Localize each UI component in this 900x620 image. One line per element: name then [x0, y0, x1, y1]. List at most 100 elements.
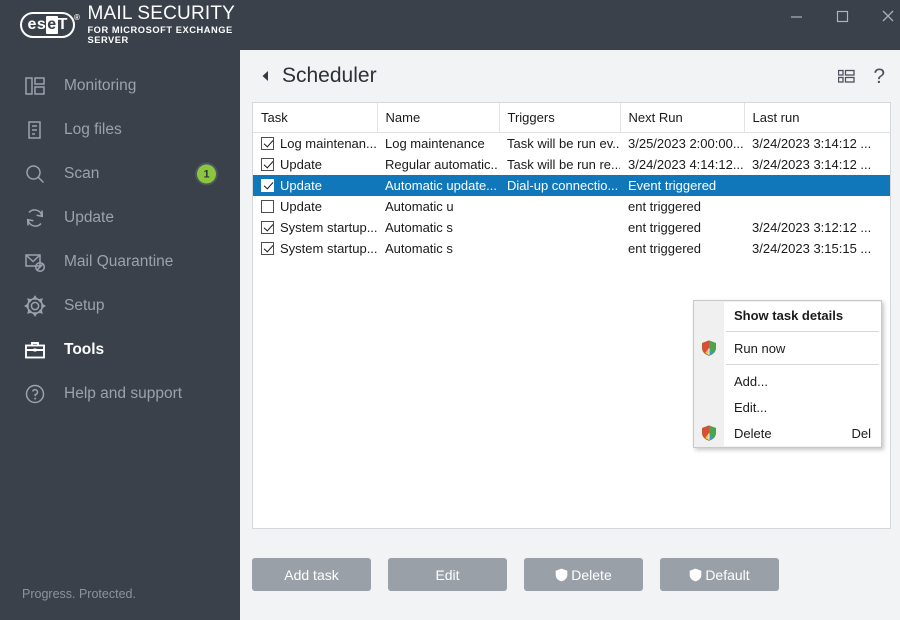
sidebar-item-scan[interactable]: Scan 1	[0, 152, 240, 196]
cell-triggers	[499, 238, 620, 259]
status-badge: 1	[197, 164, 216, 184]
mail-quarantine-icon	[22, 249, 48, 275]
button-label: Add task	[284, 566, 339, 583]
sidebar-item-log-files[interactable]: Log files	[0, 108, 240, 152]
default-button[interactable]: Default	[660, 558, 779, 591]
context-menu-item-delete[interactable]: Delete Del	[694, 420, 881, 446]
button-label: Delete	[571, 566, 612, 583]
table-row[interactable]: Update Automatic update... Dial-up conne…	[253, 174, 890, 196]
sidebar-nav: Monitoring Log files Scan 1 Update Mail Quara…	[0, 64, 240, 416]
cell-triggers	[499, 196, 620, 217]
setup-gear-icon	[22, 293, 48, 319]
task-enabled-checkbox[interactable]	[261, 241, 274, 255]
table-body: Log maintenan... Log maintenance Task wi…	[253, 133, 890, 259]
add-task-button[interactable]: Add task	[252, 558, 371, 591]
column-header-triggers[interactable]: Triggers	[499, 103, 621, 133]
cell-next-run: ent triggered	[628, 198, 701, 214]
sidebar-item-label: Help and support	[64, 385, 183, 402]
edit-button[interactable]: Edit	[388, 558, 507, 591]
cell-task[interactable]: System startup...	[253, 238, 377, 259]
header-icons: ?	[838, 66, 885, 87]
cell-next-run: ent triggered	[628, 219, 701, 235]
cell-name: Automatic update...	[377, 174, 499, 196]
button-label: Default	[705, 566, 750, 583]
table-row[interactable]: Log maintenan... Log maintenance Task wi…	[253, 133, 890, 154]
cell-last-run: 3/24/2023 3:14:12 ...	[752, 156, 872, 172]
minimize-icon[interactable]	[773, 0, 819, 32]
context-menu-item-add[interactable]: Add...	[694, 368, 881, 394]
cell-task[interactable]: Update	[253, 196, 377, 217]
main-area: Scheduler ? Task Name Triggers Next Run …	[240, 0, 900, 620]
table-row[interactable]: Update Automatic u ent triggered	[253, 196, 890, 217]
sidebar-item-label: Scan	[64, 165, 100, 182]
cell-next-run: 3/24/2023 4:14:12...	[628, 156, 744, 172]
task-enabled-checkbox[interactable]	[261, 220, 274, 234]
cell-name: Automatic u	[385, 198, 454, 214]
sidebar-item-tools[interactable]: Tools	[0, 328, 240, 372]
context-menu-item-run-now[interactable]: Run now	[694, 335, 881, 361]
sidebar-item-mail-quarantine[interactable]: Mail Quarantine	[0, 240, 240, 284]
sidebar-item-monitoring[interactable]: Monitoring	[0, 64, 240, 108]
task-enabled-checkbox[interactable]	[261, 199, 274, 213]
product-title: MAIL SECURITY	[87, 3, 236, 25]
footer-button-bar: Add task Edit Delete Default	[240, 529, 900, 620]
cell-name: Automatic s	[385, 219, 453, 235]
task-enabled-checkbox[interactable]	[261, 178, 274, 192]
cell-next-run: Event triggered	[620, 174, 744, 196]
page-header: Scheduler ?	[240, 50, 900, 102]
back-arrow-icon[interactable]	[256, 66, 276, 86]
delete-button[interactable]: Delete	[524, 558, 643, 591]
column-header-task[interactable]: Task	[253, 103, 378, 133]
cell-next-run: ent triggered	[628, 240, 701, 256]
column-header-name[interactable]: Name	[377, 103, 500, 133]
task-label: Log maintenan...	[280, 135, 377, 151]
brand-logo-area: es e T ® MAIL SECURITY FOR MICROSOFT EXCHA…	[0, 0, 240, 50]
context-menu-item-edit[interactable]: Edit...	[694, 394, 881, 420]
cell-next-run: 3/25/2023 2:00:00...	[628, 135, 744, 151]
cell-task[interactable]: Update	[253, 154, 377, 175]
help-icon[interactable]: ?	[873, 66, 885, 87]
table-row[interactable]: System startup... Automatic s ent trigge…	[253, 238, 890, 259]
task-label: System startup...	[280, 240, 377, 256]
cell-task[interactable]: Log maintenan...	[253, 133, 377, 154]
sidebar-item-label: Update	[64, 209, 114, 226]
column-header-next-run[interactable]: Next Run	[620, 103, 745, 133]
eset-mail-security-window: es e T ® MAIL SECURITY FOR MICROSOFT EXCHA…	[0, 0, 900, 620]
cell-name: Automatic s	[385, 240, 453, 256]
cell-name: Regular automatic...	[385, 156, 499, 172]
sidebar-item-setup[interactable]: Setup	[0, 284, 240, 328]
logo-text-right: T	[57, 16, 68, 33]
sidebar: es e T ® MAIL SECURITY FOR MICROSOFT EXCHA…	[0, 0, 240, 620]
context-menu-item-show-task-details[interactable]: Show task details	[694, 302, 881, 328]
context-menu[interactable]: Show task details Run now Add... Edit... D…	[693, 300, 882, 448]
task-enabled-checkbox[interactable]	[261, 136, 274, 150]
close-icon[interactable]	[865, 0, 900, 32]
logo-text-left: es	[27, 16, 47, 33]
cell-last-run: 3/24/2023 3:12:12 ...	[752, 219, 872, 235]
scheduler-table-container: Task Name Triggers Next Run Last run Log mai…	[252, 102, 891, 529]
sidebar-item-update[interactable]: Update	[0, 196, 240, 240]
cell-last-run: 3/24/2023 3:15:15 ...	[752, 240, 872, 256]
sidebar-item-label: Tools	[64, 341, 105, 358]
task-enabled-checkbox[interactable]	[261, 157, 274, 171]
task-label: Update	[280, 156, 322, 172]
shield-icon	[689, 568, 702, 582]
context-menu-item-label: Run now	[734, 340, 786, 356]
cell-task[interactable]: Update	[253, 174, 377, 196]
task-label: Update	[280, 177, 322, 193]
menu-gutter	[694, 394, 724, 420]
column-header-last-run[interactable]: Last run	[744, 103, 890, 133]
monitoring-icon	[22, 73, 48, 99]
sidebar-item-label: Setup	[64, 297, 105, 314]
table-row[interactable]: System startup... Automatic s ent trigge…	[253, 217, 890, 238]
cell-triggers: Task will be run re...	[507, 156, 620, 172]
sidebar-item-help-and-support[interactable]: Help and support	[0, 372, 240, 416]
window-titlebar	[240, 0, 900, 50]
sidebar-item-label: Log files	[64, 121, 122, 138]
list-view-icon[interactable]	[838, 69, 855, 84]
context-menu-item-label: Delete	[734, 425, 772, 441]
table-row[interactable]: Update Regular automatic... Task will be…	[253, 154, 890, 175]
cell-triggers: Task will be run ev...	[507, 135, 620, 151]
cell-task[interactable]: System startup...	[253, 217, 377, 238]
maximize-icon[interactable]	[819, 0, 865, 32]
